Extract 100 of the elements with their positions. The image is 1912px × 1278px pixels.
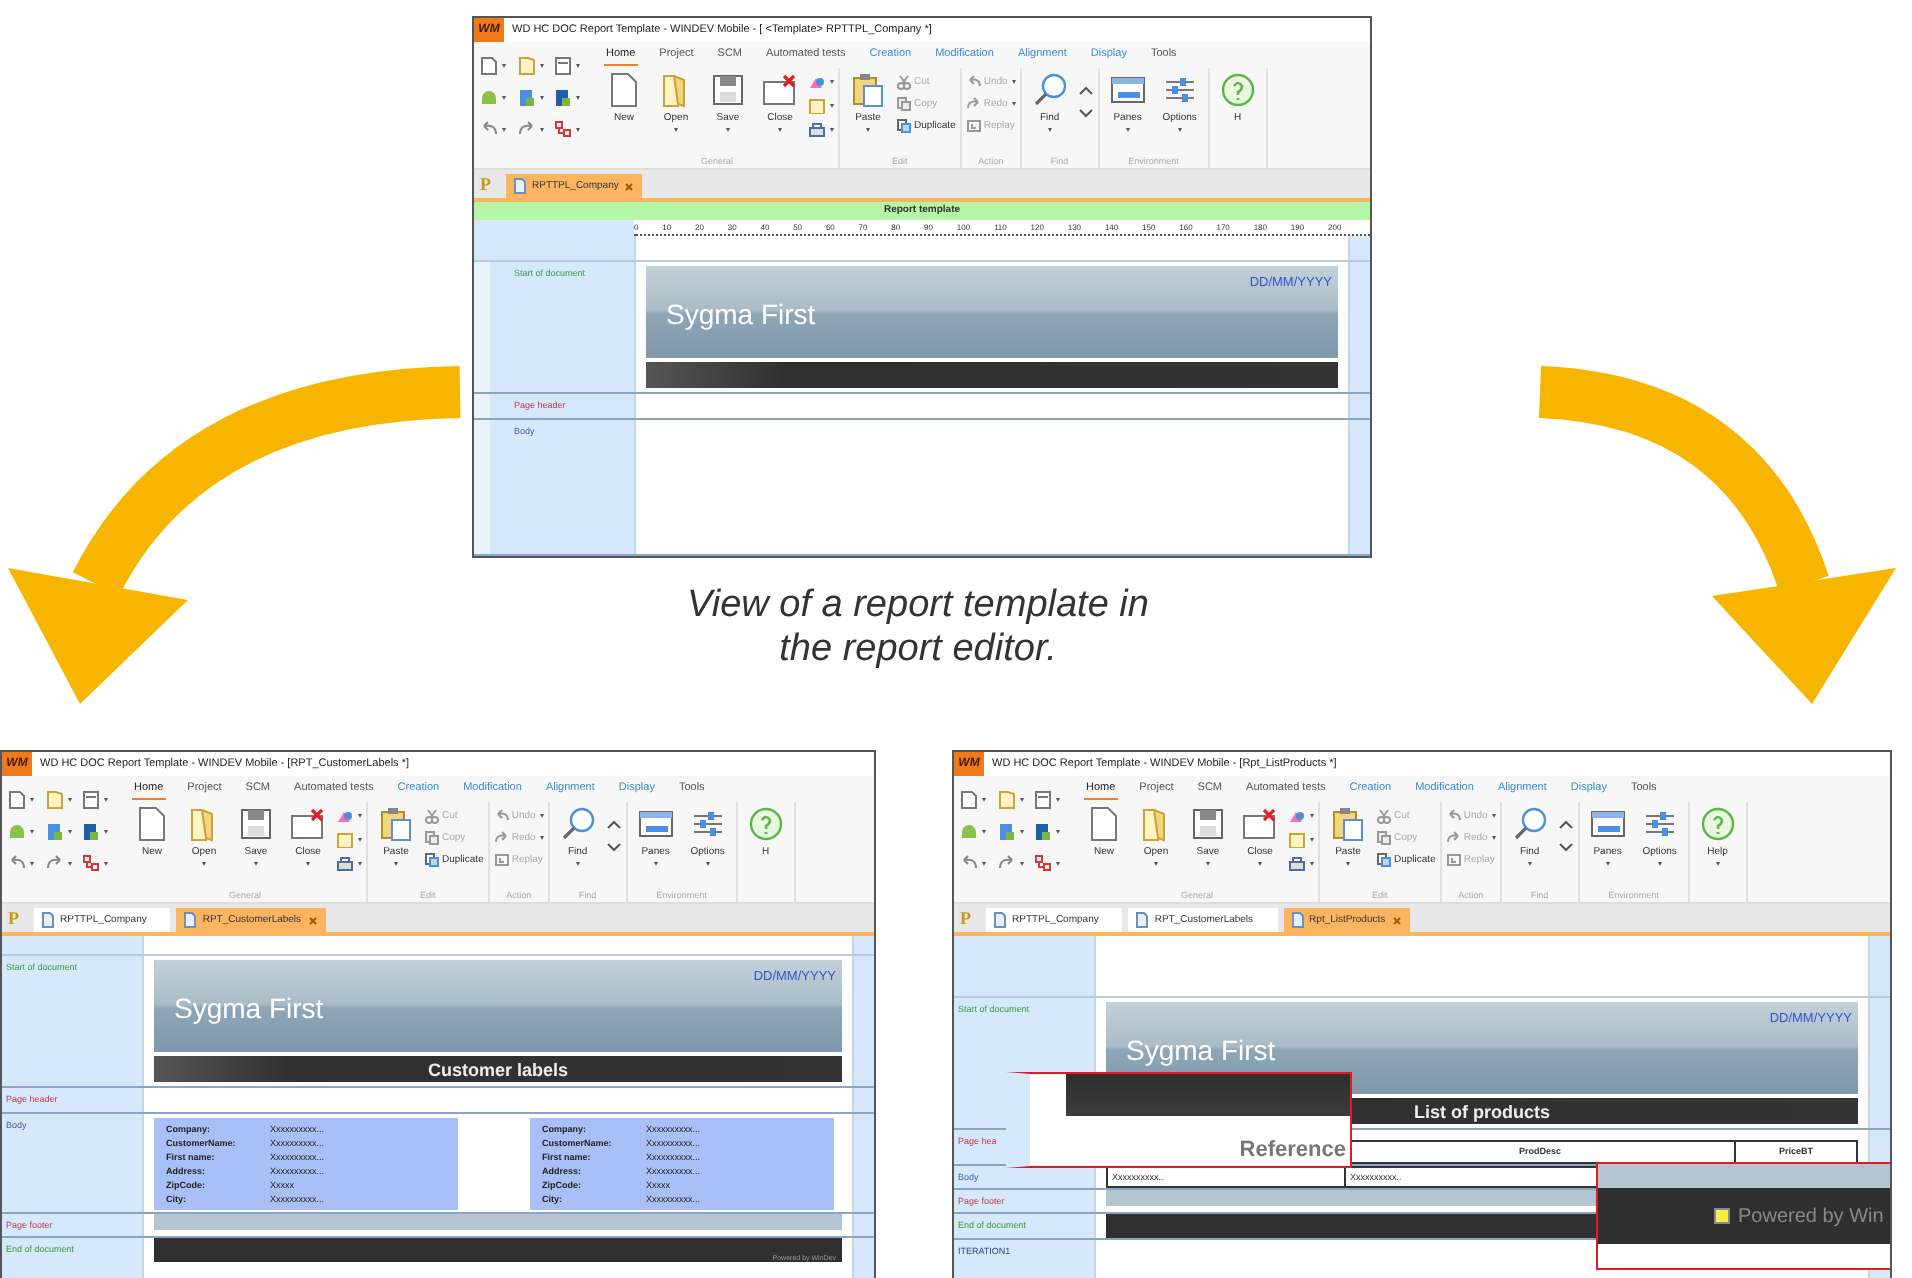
- search-icon: [559, 806, 596, 842]
- caret-icon: [726, 128, 730, 132]
- document-icon: [1291, 912, 1304, 928]
- phone-icon[interactable]: [517, 88, 536, 108]
- copy-icon: [1376, 830, 1392, 846]
- caret-icon: [502, 96, 506, 100]
- caret-icon: [982, 798, 986, 802]
- window-icon[interactable]: [1034, 790, 1053, 810]
- caret-icon: [1125, 128, 1130, 132]
- shapes-icon[interactable]: [808, 74, 826, 90]
- printer-icon[interactable]: [808, 122, 826, 138]
- tablet-icon[interactable]: [1034, 822, 1053, 842]
- document-icon[interactable]: [480, 56, 498, 76]
- floppy-icon: [1190, 806, 1226, 842]
- caret-icon: [1177, 128, 1182, 132]
- chevron-up-icon[interactable]: [1557, 818, 1574, 830]
- image-icon[interactable]: [1288, 832, 1306, 848]
- band-text: List of products: [1414, 1101, 1550, 1121]
- caret-icon: [830, 104, 834, 108]
- search-icon: [1031, 72, 1068, 108]
- document-icon: [606, 72, 642, 108]
- caret-icon: [358, 838, 362, 842]
- shapes-icon[interactable]: [336, 808, 354, 824]
- floppy-icon: [238, 806, 274, 842]
- caret-icon: [1047, 128, 1052, 132]
- folder-icon[interactable]: [45, 790, 64, 810]
- android-icon[interactable]: [960, 822, 978, 842]
- hierarchy-icon[interactable]: [1034, 854, 1053, 874]
- caret-icon: [1715, 862, 1720, 866]
- search-icon: [1511, 806, 1548, 842]
- tablet-icon[interactable]: [554, 88, 573, 108]
- chevron-down-icon[interactable]: [1557, 842, 1574, 854]
- phone-icon[interactable]: [45, 822, 64, 842]
- redo-icon: [1445, 830, 1462, 846]
- chevron-up-icon[interactable]: [1077, 84, 1094, 96]
- caret-icon: [653, 862, 658, 866]
- scissors-icon: [896, 74, 912, 90]
- caret-icon: [67, 862, 72, 866]
- band-text: Customer labels: [427, 1059, 569, 1079]
- caret-icon: [576, 96, 581, 100]
- chevron-down-icon[interactable]: [605, 842, 622, 854]
- panes-icon: [637, 806, 674, 842]
- caret-icon: [1657, 862, 1662, 866]
- document-icon[interactable]: [8, 790, 26, 810]
- caret-icon: [67, 798, 72, 802]
- caret-icon: [576, 64, 581, 68]
- caret-icon: [1346, 862, 1350, 866]
- caret-icon: [576, 128, 581, 132]
- caret-icon: [67, 830, 72, 834]
- copy-icon: [424, 830, 440, 846]
- caret-icon: [1605, 862, 1610, 866]
- image-icon[interactable]: [808, 98, 826, 114]
- caret-icon: [539, 128, 544, 132]
- folder-icon[interactable]: [997, 790, 1016, 810]
- undo-icon[interactable]: [960, 854, 978, 874]
- duplicate-icon: [424, 852, 440, 868]
- redo-icon[interactable]: [997, 854, 1016, 874]
- chevron-up-icon[interactable]: [605, 818, 622, 830]
- document-icon: [994, 912, 1006, 928]
- undo-icon[interactable]: [480, 120, 498, 140]
- document-icon: [1086, 806, 1122, 842]
- caret-icon: [30, 862, 34, 866]
- folder-icon[interactable]: [517, 56, 536, 76]
- close-window-icon: [290, 806, 326, 842]
- hierarchy-icon[interactable]: [82, 854, 101, 874]
- caret-icon: [1491, 814, 1496, 818]
- window-icon[interactable]: [82, 790, 101, 810]
- phone-icon[interactable]: [997, 822, 1016, 842]
- caret-icon: [306, 862, 310, 866]
- chevron-down-icon[interactable]: [1077, 108, 1094, 120]
- close-icon[interactable]: [307, 915, 318, 925]
- caret-icon: [502, 64, 506, 68]
- redo-icon[interactable]: [45, 854, 64, 874]
- document-icon: [134, 806, 170, 842]
- caret-icon: [30, 798, 34, 802]
- sliders-icon: [1161, 72, 1198, 108]
- duplicate-icon: [896, 118, 912, 134]
- shapes-icon[interactable]: [1288, 808, 1306, 824]
- redo-icon[interactable]: [517, 120, 536, 140]
- copy-icon: [896, 96, 912, 112]
- tablet-icon[interactable]: [82, 822, 101, 842]
- help-icon: [1219, 72, 1256, 108]
- caret-icon: [982, 830, 986, 834]
- document-icon[interactable]: [960, 790, 978, 810]
- duplicate-icon: [1376, 852, 1392, 868]
- window-icon[interactable]: [554, 56, 573, 76]
- android-icon[interactable]: [8, 822, 26, 842]
- clipboard-icon: [1330, 806, 1366, 842]
- report-title: Sygma First: [174, 992, 324, 1024]
- replay-icon: [965, 118, 982, 134]
- sliders-icon: [689, 806, 726, 842]
- close-icon[interactable]: [624, 181, 635, 191]
- caret-icon: [1310, 862, 1314, 866]
- undo-icon[interactable]: [8, 854, 26, 874]
- printer-icon[interactable]: [1288, 856, 1306, 872]
- image-icon[interactable]: [336, 832, 354, 848]
- hierarchy-icon[interactable]: [554, 120, 573, 140]
- android-icon[interactable]: [480, 88, 498, 108]
- close-icon[interactable]: [1391, 915, 1402, 925]
- printer-icon[interactable]: [336, 856, 354, 872]
